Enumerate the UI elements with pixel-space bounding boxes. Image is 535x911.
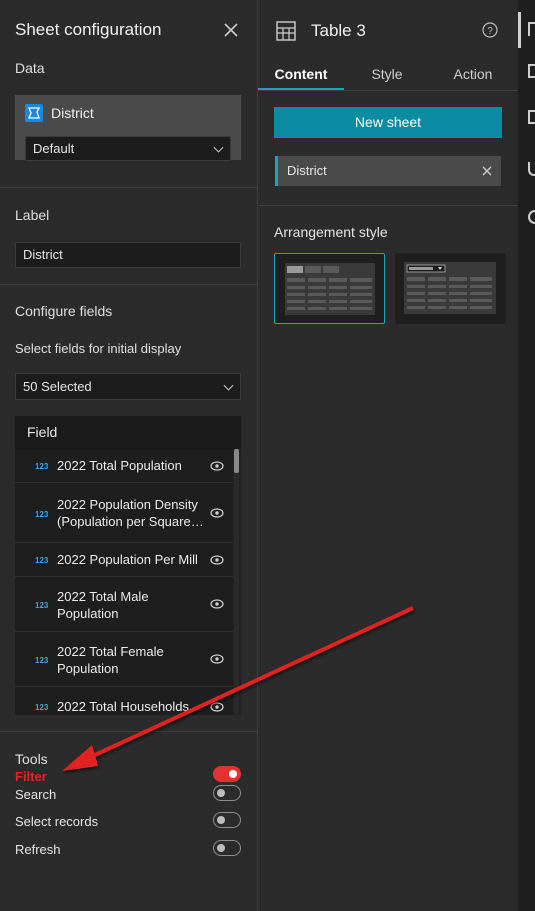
annotation-arrow bbox=[62, 606, 414, 771]
